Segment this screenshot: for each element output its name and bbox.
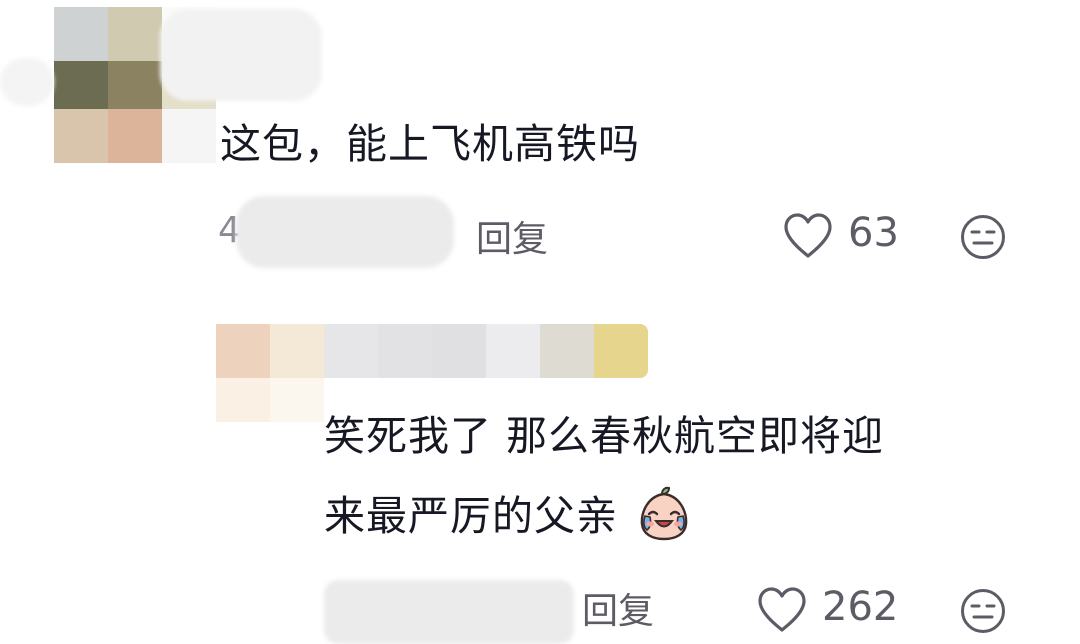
like-button-2[interactable] bbox=[756, 586, 808, 634]
comment-2-text-line2: 来最严厉的父亲 bbox=[324, 480, 694, 552]
username-1-redacted[interactable] bbox=[160, 9, 322, 101]
heart-outline-icon bbox=[784, 213, 832, 258]
reply-button-1[interactable]: 回复 bbox=[476, 210, 548, 262]
avatar-1-edge bbox=[0, 58, 54, 106]
like-count-1: 63 bbox=[848, 210, 899, 256]
comment-2-date-redacted bbox=[324, 580, 574, 644]
comment-2-text-line2-content: 来最严厉的父亲 bbox=[324, 492, 618, 540]
neutral-face-icon bbox=[961, 215, 1005, 259]
dislike-button-1[interactable] bbox=[960, 214, 1006, 260]
dislike-button-2[interactable] bbox=[960, 588, 1006, 634]
like-button-1[interactable] bbox=[782, 212, 834, 260]
like-count-2: 262 bbox=[822, 584, 899, 630]
heart-outline-icon bbox=[758, 587, 806, 632]
username-2-redacted[interactable] bbox=[324, 324, 648, 378]
crying-laughing-peach-emoji bbox=[634, 484, 694, 544]
reply-button-2[interactable]: 回复 bbox=[582, 582, 654, 634]
neutral-face-icon bbox=[961, 589, 1005, 633]
comment-2-text-line1: 笑死我了 那么春秋航空即将迎 bbox=[324, 412, 885, 460]
avatar-2[interactable] bbox=[216, 324, 324, 422]
comment-1-date-redacted bbox=[236, 196, 454, 268]
comment-1-text: 这包，能上飞机高铁吗 bbox=[220, 120, 640, 168]
